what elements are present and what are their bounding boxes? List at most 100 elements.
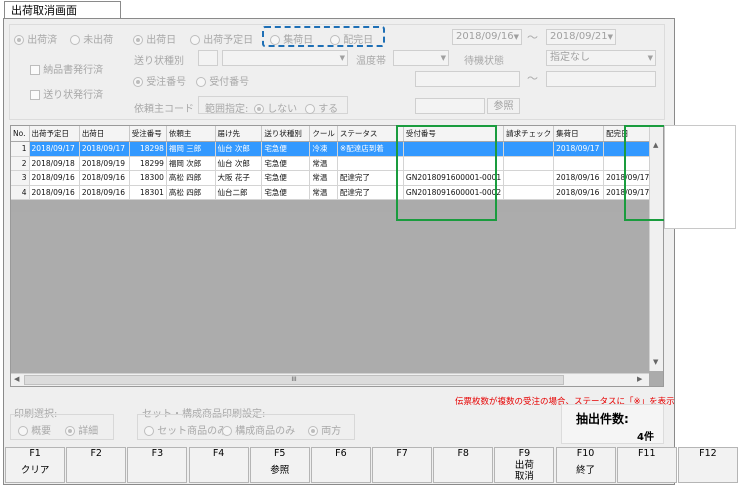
scroll-right-icon[interactable]: ▶: [637, 375, 642, 383]
column-header[interactable]: 送り状種別: [261, 126, 311, 142]
fkey-f12[interactable]: F12: [677, 447, 738, 483]
table-cell[interactable]: 2018/09/18: [29, 156, 80, 171]
table-cell[interactable]: 冷凍: [309, 141, 338, 157]
fkey-f5[interactable]: F5 参照: [249, 447, 310, 483]
radio-accept-number[interactable]: 受付番号: [196, 73, 249, 88]
table-cell[interactable]: 宅急便: [261, 170, 311, 186]
slip-type-code-input[interactable]: [198, 50, 218, 66]
table-cell[interactable]: 仙台 次郎: [215, 156, 263, 171]
number-from-input[interactable]: [415, 71, 520, 87]
radio-range-on[interactable]: する: [305, 100, 338, 115]
row-number[interactable]: 3: [11, 170, 30, 186]
table-cell[interactable]: 高松 四郎: [166, 185, 216, 200]
fkey-f11[interactable]: F11: [616, 447, 677, 483]
table-row[interactable]: 3 2018/09/16 2018/09/16 18300 高松 四郎 大阪 花子 宅急便常…: [11, 170, 663, 186]
column-header[interactable]: 受注番号: [129, 126, 167, 142]
radio-print-detail[interactable]: 詳細: [65, 422, 98, 437]
fkey-f7[interactable]: F7: [372, 447, 433, 483]
table-cell[interactable]: 2018/09/17: [553, 141, 605, 157]
table-cell[interactable]: 2018/09/16: [29, 185, 80, 200]
table-cell[interactable]: 2018/09/16: [553, 185, 605, 200]
table-cell[interactable]: 2018/09/19: [79, 156, 130, 171]
fkey-f2[interactable]: F2: [66, 447, 127, 483]
radio-planned-date[interactable]: 出荷予定日: [190, 31, 253, 46]
slip-type-select[interactable]: ▼: [222, 50, 348, 66]
table-cell[interactable]: [503, 156, 555, 171]
temp-select[interactable]: ▼: [393, 50, 449, 66]
radio-range-off[interactable]: しない: [254, 100, 297, 115]
table-cell[interactable]: [553, 156, 605, 171]
radio-component-only[interactable]: 構成商品のみ: [222, 422, 295, 437]
table-cell[interactable]: 高松 四郎: [166, 170, 216, 186]
date-to-select[interactable]: 2018/09/21 ▼: [546, 29, 616, 45]
table-cell[interactable]: 18299: [129, 156, 167, 171]
table-row[interactable]: 1 2018/09/17 2018/09/17 18298 福岡 三郎 仙台 次郎 宅急便冷…: [11, 141, 663, 157]
table-cell[interactable]: 18300: [129, 170, 167, 186]
table-cell[interactable]: 2018/09/16: [79, 185, 130, 200]
table-cell[interactable]: 配達完了: [337, 185, 404, 200]
fkey-f6[interactable]: F6: [310, 447, 371, 483]
row-number[interactable]: 2: [11, 156, 30, 171]
table-cell[interactable]: 大阪 花子: [215, 170, 263, 186]
checkbox-invoice-issued[interactable]: 納品書発行済: [30, 61, 103, 76]
table-cell[interactable]: 2018/09/16: [79, 170, 130, 186]
table-cell[interactable]: 配達完了: [337, 170, 404, 186]
checkbox-slip-issued[interactable]: 送り状発行済: [30, 86, 103, 101]
column-header[interactable]: No.: [11, 126, 30, 142]
requester-ref-button[interactable]: 参照: [487, 98, 520, 114]
row-number[interactable]: 1: [11, 141, 30, 157]
table-cell[interactable]: 福岡 次郎: [166, 156, 216, 171]
column-header[interactable]: 届け先: [215, 126, 263, 142]
table-cell[interactable]: [503, 141, 555, 157]
table-cell[interactable]: ※配達店到着: [337, 141, 404, 157]
table-cell[interactable]: 宅急便: [261, 185, 311, 200]
scroll-thumb[interactable]: III: [24, 375, 564, 385]
table-cell[interactable]: 常温: [309, 156, 338, 171]
column-header[interactable]: 依頼主: [166, 126, 216, 142]
date-from-select[interactable]: 2018/09/16 ▼: [452, 29, 522, 45]
scroll-left-icon[interactable]: ◀: [14, 375, 19, 383]
table-cell[interactable]: [503, 185, 555, 200]
table-cell[interactable]: 宅急便: [261, 156, 311, 171]
radio-set-only[interactable]: セット商品のみ: [144, 422, 227, 437]
radio-both[interactable]: 両方: [308, 422, 341, 437]
row-number[interactable]: 4: [11, 185, 30, 200]
table-cell[interactable]: 18301: [129, 185, 167, 200]
horizontal-scrollbar[interactable]: ◀ III ▶: [11, 373, 649, 386]
table-cell[interactable]: 福岡 三郎: [166, 141, 216, 157]
table-cell[interactable]: [337, 156, 404, 171]
table-cell[interactable]: 常温: [309, 170, 338, 186]
table-cell[interactable]: 2018/09/16: [553, 170, 605, 186]
table-cell[interactable]: 宅急便: [261, 141, 311, 157]
table-cell[interactable]: [503, 170, 555, 186]
fkey-f4[interactable]: F4: [188, 447, 249, 483]
radio-shipped[interactable]: 出荷済: [14, 31, 57, 46]
column-header[interactable]: 出荷日: [79, 126, 130, 142]
table-row[interactable]: 4 2018/09/16 2018/09/16 18301 高松 四郎 仙台二郎 宅急便 常温…: [11, 185, 663, 200]
results-grid[interactable]: No. 出荷予定日 出荷日 受注番号 依頼主 届け先 送り状種別 クール ステータス 受付番号 請求…: [10, 125, 664, 387]
fkey-f9[interactable]: F9 出荷 取消: [494, 447, 555, 483]
column-header[interactable]: 集荷日: [553, 126, 605, 142]
column-header[interactable]: 請求チェック: [503, 126, 555, 142]
radio-order-number[interactable]: 受注番号: [133, 73, 186, 88]
column-header[interactable]: ステータス: [337, 126, 404, 142]
table-cell[interactable]: 18298: [129, 141, 167, 157]
radio-print-summary[interactable]: 概要: [18, 422, 51, 437]
table-cell[interactable]: 2018/09/17: [79, 141, 130, 157]
column-header[interactable]: クール: [309, 126, 338, 142]
fkey-f10[interactable]: F10 終了: [555, 447, 616, 483]
table-cell[interactable]: 常温: [309, 185, 338, 200]
number-to-input[interactable]: [546, 71, 656, 87]
wait-select[interactable]: 指定なし ▼: [546, 50, 656, 66]
fkey-f8[interactable]: F8: [433, 447, 494, 483]
radio-unshipped[interactable]: 未出荷: [70, 31, 113, 46]
table-cell[interactable]: 2018/09/16: [29, 170, 80, 186]
radio-ship-date[interactable]: 出荷日: [133, 31, 176, 46]
table-cell[interactable]: 2018/09/17: [29, 141, 80, 157]
table-cell[interactable]: 仙台 次郎: [215, 141, 263, 157]
column-header[interactable]: 出荷予定日: [29, 126, 80, 142]
table-cell[interactable]: 仙台二郎: [215, 185, 263, 200]
fkey-f1[interactable]: F1 クリア: [5, 447, 66, 483]
scroll-down-icon[interactable]: ▼: [653, 358, 658, 366]
table-row[interactable]: 2 2018/09/18 2018/09/19 18299 福岡 次郎 仙台 次郎 宅急便常…: [11, 156, 663, 171]
